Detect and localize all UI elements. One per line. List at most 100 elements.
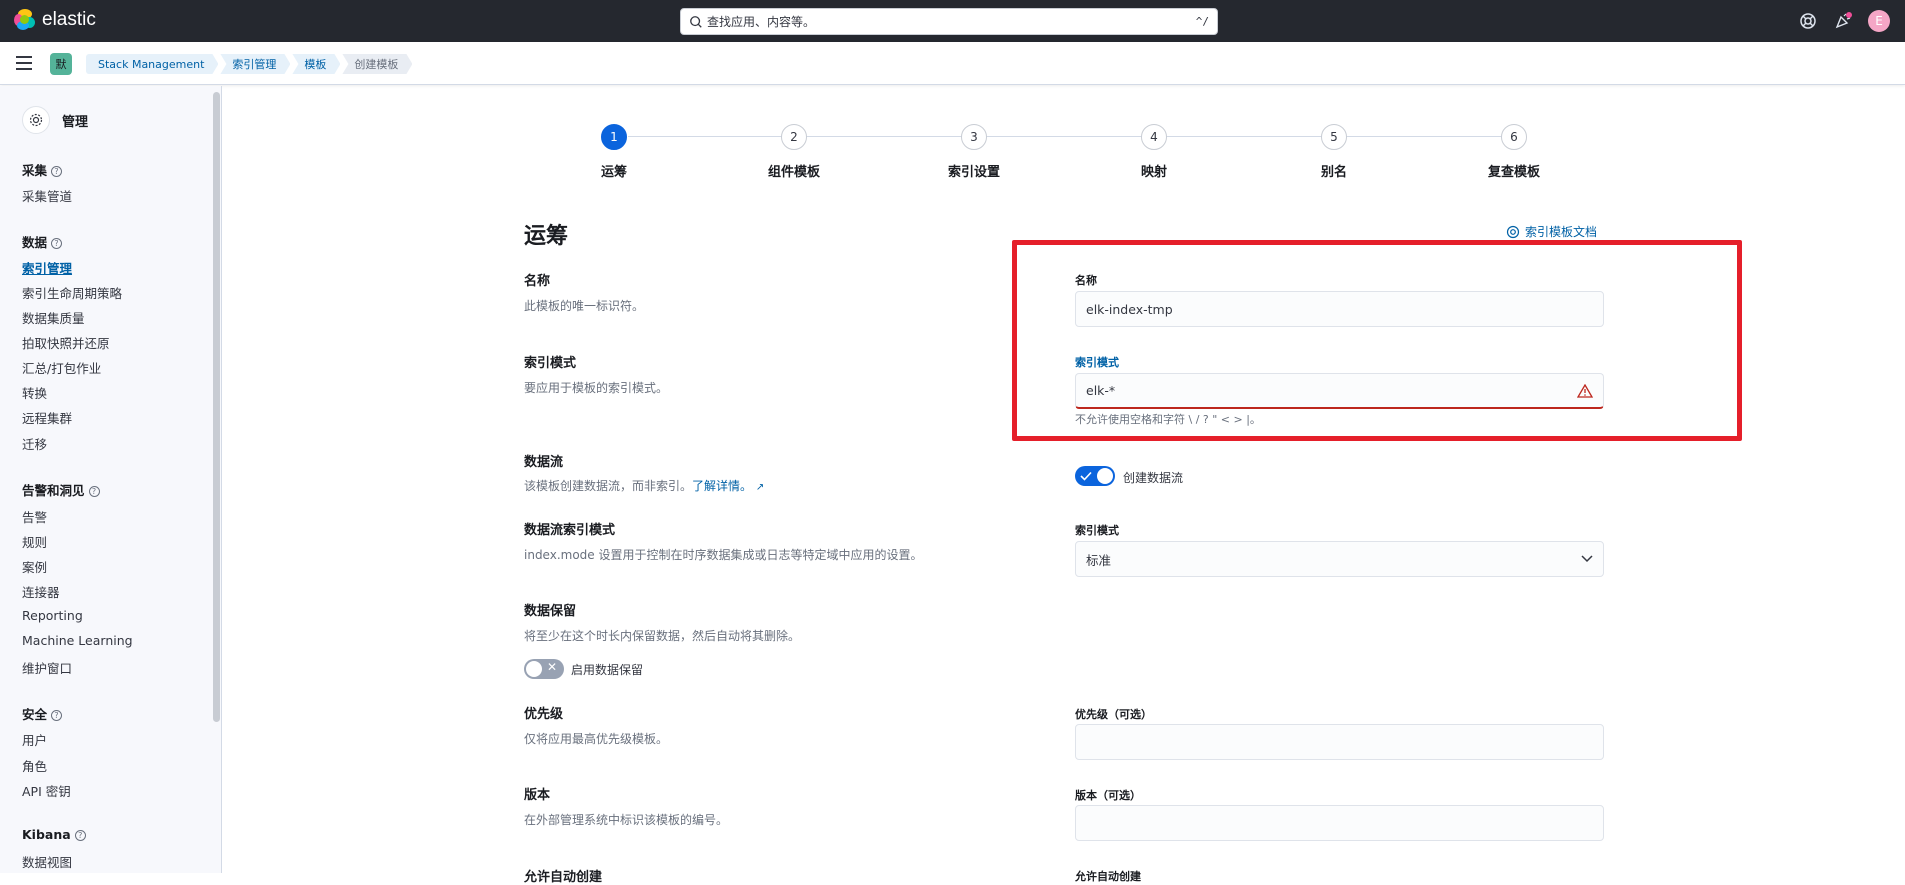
sidebar-item-maintenance-windows[interactable]: 维护窗口	[22, 658, 72, 677]
search-shortcut: ^/	[1195, 15, 1209, 28]
version-section-title: 版本	[524, 788, 551, 803]
sidebar-item-rollup[interactable]: 汇总/打包作业	[22, 358, 101, 377]
pattern-section-title: 索引模式	[524, 356, 577, 371]
step-5[interactable]: 5	[1321, 124, 1347, 150]
news-icon[interactable]	[1834, 12, 1852, 30]
sidebar-item-machine-learning[interactable]: Machine Learning	[22, 633, 133, 648]
version-field-label: 版本（可选）	[1075, 789, 1141, 802]
retention-section-desc: 将至少在这个时长内保留数据，然后自动将其删除。	[524, 629, 801, 643]
priority-section-desc: 仅将应用最高优先级模板。	[524, 732, 669, 746]
name-section-title: 名称	[524, 274, 551, 289]
template-docs-label: 索引模板文档	[1525, 225, 1598, 239]
index-mode-section-title: 数据流索引模式	[524, 523, 616, 538]
breadcrumb-stack-management[interactable]: Stack Management	[86, 54, 218, 74]
step-3[interactable]: 3	[961, 124, 987, 150]
search-icon	[690, 15, 702, 28]
template-docs-link[interactable]: 索引模板文档	[1506, 223, 1597, 240]
close-icon: ✕	[547, 660, 558, 674]
sidebar-item-api-keys[interactable]: API 密钥	[22, 781, 71, 800]
retention-toggle-label: 启用数据保留	[571, 663, 644, 677]
priority-section-title: 优先级	[524, 707, 564, 722]
chevron-down-icon	[1581, 555, 1593, 563]
help-icon: ?	[51, 166, 63, 177]
auto-create-field-label: 允许自动创建	[1075, 870, 1141, 883]
step-4-label[interactable]: 映射	[1094, 161, 1214, 180]
datastream-section-title: 数据流	[524, 455, 564, 470]
help-icon: ?	[51, 238, 63, 249]
sidebar-item-rules[interactable]: 规则	[22, 532, 47, 551]
sidebar-item-ilm[interactable]: 索引生命周期策略	[22, 283, 122, 302]
index-mode-value: 标准	[1086, 552, 1112, 568]
breadcrumb-index-management[interactable]: 索引管理	[220, 54, 290, 74]
datastream-section-desc: 该模板创建数据流，而非索引。了解详情。 ↗	[524, 479, 765, 493]
step-4[interactable]: 4	[1141, 124, 1167, 150]
name-section-desc: 此模板的唯一标识符。	[524, 299, 645, 313]
elastic-logo-icon	[14, 9, 36, 31]
create-datastream-label: 创建数据流	[1123, 471, 1184, 485]
index-mode-select[interactable]: 标准	[1075, 541, 1604, 577]
management-sidebar: 管理 采集? 采集管道 数据? 索引管理 索引生命周期策略 数据集质量 拍取快照…	[0, 86, 222, 873]
sidebar-item-snapshot[interactable]: 拍取快照并还原	[22, 333, 110, 352]
external-link-icon: ↗	[755, 482, 765, 493]
hamburger-icon	[16, 56, 32, 58]
sidebar-group-security: 安全?	[22, 704, 63, 723]
highlight-box	[1012, 240, 1742, 441]
breadcrumb-templates[interactable]: 模板	[292, 54, 340, 74]
menu-toggle-button[interactable]	[16, 56, 32, 70]
step-5-label[interactable]: 别名	[1274, 161, 1394, 180]
sidebar-item-index-management[interactable]: 索引管理	[22, 258, 72, 277]
help-icon: ?	[74, 830, 86, 841]
sidebar-item-alerts[interactable]: 告警	[22, 507, 47, 526]
sidebar-item-data-views[interactable]: 数据视图	[22, 852, 72, 871]
sidebar-group-data: 数据?	[22, 232, 63, 251]
sidebar-item-reporting[interactable]: Reporting	[22, 608, 83, 623]
sidebar-item-remote-clusters[interactable]: 远程集群	[22, 408, 72, 427]
sidebar-title: 管理	[62, 114, 89, 130]
sidebar-item-users[interactable]: 用户	[22, 730, 47, 749]
pattern-section-desc: 要应用于模板的索引模式。	[524, 381, 669, 395]
top-header: elastic ^/ E	[0, 0, 1905, 42]
elastic-logo[interactable]: elastic	[14, 9, 96, 31]
create-datastream-toggle[interactable]	[1075, 466, 1115, 486]
global-search[interactable]: ^/	[680, 8, 1218, 35]
user-avatar[interactable]: E	[1868, 10, 1890, 32]
step-6-label[interactable]: 复查模板	[1454, 161, 1574, 180]
index-mode-field-label: 索引模式	[1075, 524, 1119, 537]
gear-icon	[22, 106, 50, 134]
sidebar-group-kibana: Kibana?	[22, 827, 86, 842]
sidebar-group-alerts: 告警和洞见?	[22, 480, 100, 499]
help-icon: ?	[88, 486, 100, 497]
step-3-label[interactable]: 索引设置	[914, 161, 1034, 180]
step-2-label[interactable]: 组件模板	[734, 161, 854, 180]
space-avatar[interactable]: 默	[50, 53, 72, 75]
step-2[interactable]: 2	[781, 124, 807, 150]
priority-field[interactable]	[1075, 724, 1604, 760]
sidebar-item-cases[interactable]: 案例	[22, 557, 47, 576]
page-title: 运筹	[524, 224, 569, 249]
version-field[interactable]	[1075, 805, 1604, 841]
breadcrumb-bar: 默 Stack Management 索引管理 模板 创建模板	[0, 42, 1905, 85]
sidebar-item-transforms[interactable]: 转换	[22, 383, 47, 402]
sidebar-header: 管理	[22, 106, 88, 134]
help-icon[interactable]	[1799, 12, 1817, 30]
sidebar-item-connectors[interactable]: 连接器	[22, 582, 60, 601]
sidebar-item-ingest-pipelines[interactable]: 采集管道	[22, 186, 72, 205]
search-input[interactable]	[707, 14, 1196, 29]
sidebar-item-data-quality[interactable]: 数据集质量	[22, 308, 85, 327]
learn-more-link[interactable]: 了解详情。	[692, 479, 752, 493]
sidebar-item-roles[interactable]: 角色	[22, 756, 47, 775]
help-icon: ?	[51, 710, 63, 721]
breadcrumb: Stack Management 索引管理 模板 创建模板	[86, 54, 414, 74]
help-icon	[1506, 225, 1520, 238]
sidebar-item-migrate[interactable]: 迁移	[22, 434, 47, 453]
priority-input[interactable]	[1086, 734, 1593, 750]
version-input[interactable]	[1086, 815, 1593, 831]
auto-create-section-title: 允许自动创建	[524, 870, 603, 885]
sidebar-group-ingest: 采集?	[22, 160, 63, 179]
steps-connector	[628, 136, 1514, 137]
step-1[interactable]: 1	[601, 124, 627, 150]
step-1-label[interactable]: 运筹	[554, 161, 674, 180]
retention-toggle[interactable]: ✕	[524, 659, 564, 679]
step-6[interactable]: 6	[1501, 124, 1527, 150]
sidebar-scrollbar[interactable]	[213, 92, 220, 722]
